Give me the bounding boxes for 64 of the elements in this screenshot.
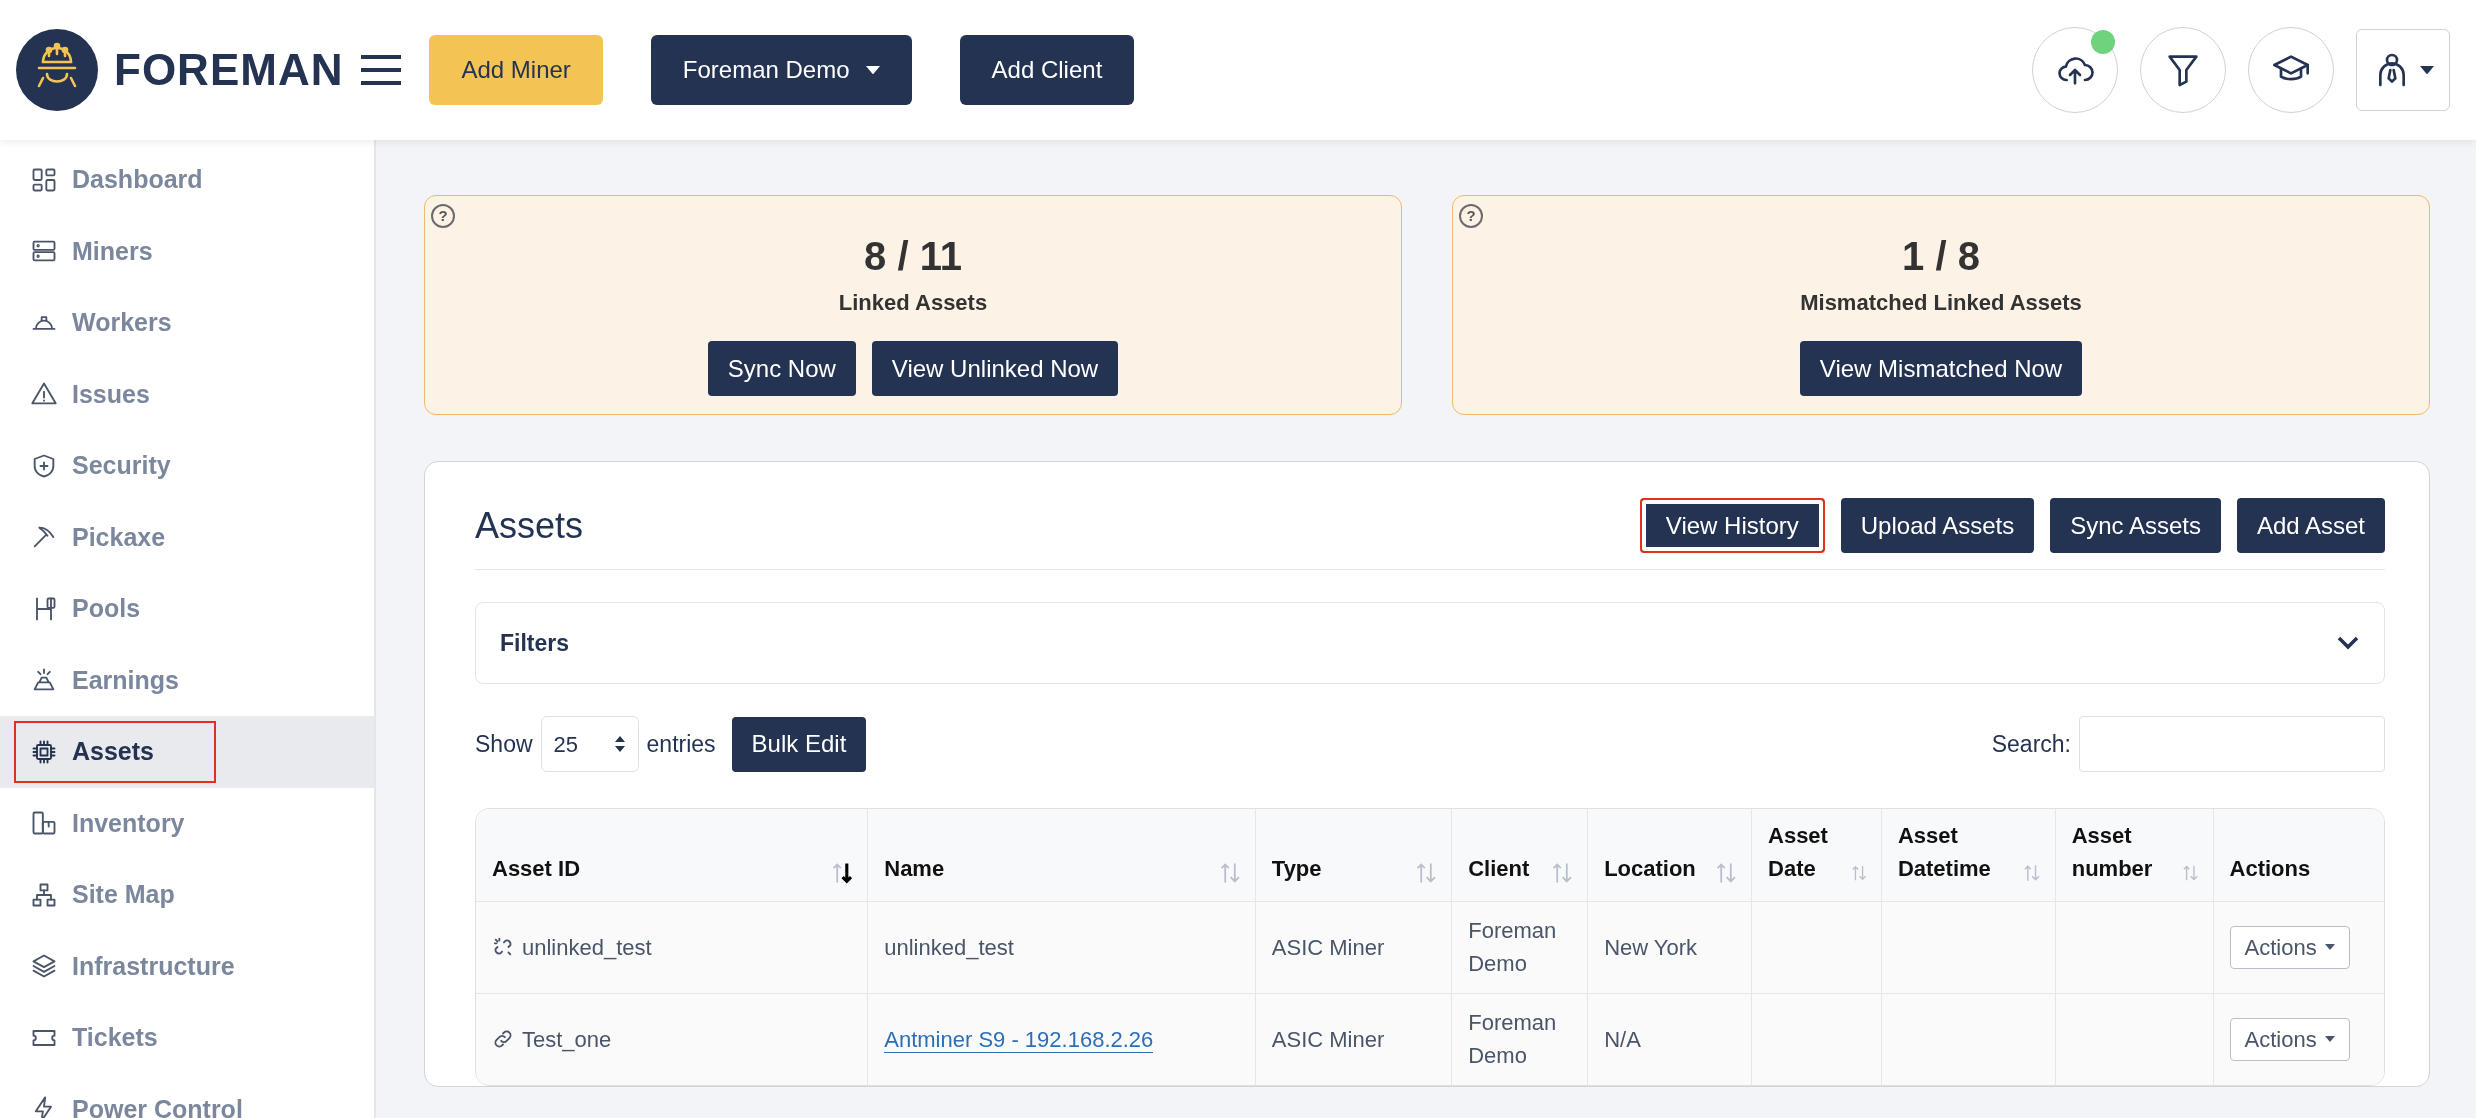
sidebar-item[interactable]: Issues (16, 365, 164, 423)
dropdown-button[interactable]: Foreman Demo (650, 35, 912, 105)
sidebar-item[interactable]: Pools (16, 580, 155, 638)
sidebar-item[interactable]: Power Control (16, 1080, 257, 1118)
header-button[interactable]: Add Asset (2236, 498, 2385, 553)
sidebar-item[interactable]: Dashboard (16, 151, 217, 209)
caret-icon (2420, 65, 2434, 75)
table-cell: ASIC Miner (1271, 1026, 1385, 1052)
column-header[interactable]: Actions (2229, 851, 2311, 885)
sort-icon[interactable] (831, 860, 854, 885)
show-label: Show (475, 729, 533, 759)
action-button[interactable]: Sync Now (707, 341, 856, 396)
sidebar-item[interactable]: Infrastructure (16, 937, 249, 995)
summary-label: Mismatched Linked Assets (1800, 289, 2082, 317)
filters-title: Filters (500, 628, 570, 658)
header-button[interactable]: Add Client (959, 35, 1135, 105)
sidebar-item[interactable]: Tickets (16, 1009, 172, 1067)
sidebar-item[interactable]: Miners (16, 222, 167, 280)
table-cell-text: Test_one (522, 1025, 612, 1054)
table-cell: unlinked_test (884, 934, 1014, 960)
header-button[interactable]: Upload Assets (1840, 498, 2035, 553)
column-header[interactable]: Name (884, 851, 945, 885)
column-header[interactable]: Client (1468, 851, 1530, 885)
help-icon[interactable]: ? (431, 204, 455, 228)
bulk-edit-button[interactable]: Bulk Edit (731, 716, 867, 772)
action-button[interactable]: View Mismatched Now (1799, 341, 2083, 396)
sidebar-item[interactable]: Workers (16, 294, 186, 352)
brand-name: FOREMAN (114, 44, 344, 96)
page-size-select[interactable]: 25 (540, 716, 639, 772)
table-cell: New York (1604, 934, 1698, 960)
sidebar-item[interactable]: Site Map (16, 866, 189, 924)
actions-dropdown[interactable]: Actions (2229, 1017, 2350, 1061)
caret-icon (2324, 944, 2335, 950)
caret-icon (2324, 1036, 2335, 1043)
search-field[interactable] (2079, 716, 2385, 772)
help-icon[interactable]: ? (1459, 204, 1483, 228)
sidebar-item[interactable]: Earnings (16, 651, 193, 709)
summary-value: 1 / 8 (1902, 233, 1980, 280)
summary-value: 8 / 11 (864, 233, 962, 280)
header-button[interactable]: Sync Assets (2050, 498, 2221, 553)
section-title: Assets (475, 503, 584, 548)
action-button[interactable]: View Unlinked Now (871, 341, 1119, 396)
sidebar-item[interactable]: Inventory (16, 794, 199, 852)
sidebar-item[interactable]: Security (16, 437, 185, 495)
table-cell: N/A (1604, 1026, 1641, 1052)
table-cell-text: Foreman Demo (1468, 1009, 1558, 1071)
sidebar-item[interactable]: Assets (16, 723, 214, 781)
user-menu-button[interactable] (2356, 29, 2450, 111)
table-cell-text: unlinked_test (522, 933, 652, 962)
column-header[interactable]: Asset ID (492, 851, 581, 885)
column-header[interactable]: Type (1271, 851, 1322, 885)
search-label: Search: (1991, 729, 2071, 759)
header-button[interactable]: Add Miner (429, 35, 603, 105)
caret-icon (865, 65, 880, 75)
actions-dropdown[interactable]: Actions (2229, 925, 2350, 969)
table-cell-text: Foreman Demo (1468, 917, 1558, 978)
filters-panel[interactable]: Filters (475, 602, 2385, 684)
sidebar-item[interactable]: Pickaxe (16, 508, 180, 566)
header-button[interactable]: View History (1639, 498, 1825, 553)
up-down-arrows-icon (613, 735, 626, 753)
menu-icon[interactable] (359, 53, 404, 87)
table-cell: ASIC Miner (1271, 934, 1385, 960)
entries-label: entries (646, 729, 716, 759)
summary-label: Linked Assets (838, 289, 988, 317)
